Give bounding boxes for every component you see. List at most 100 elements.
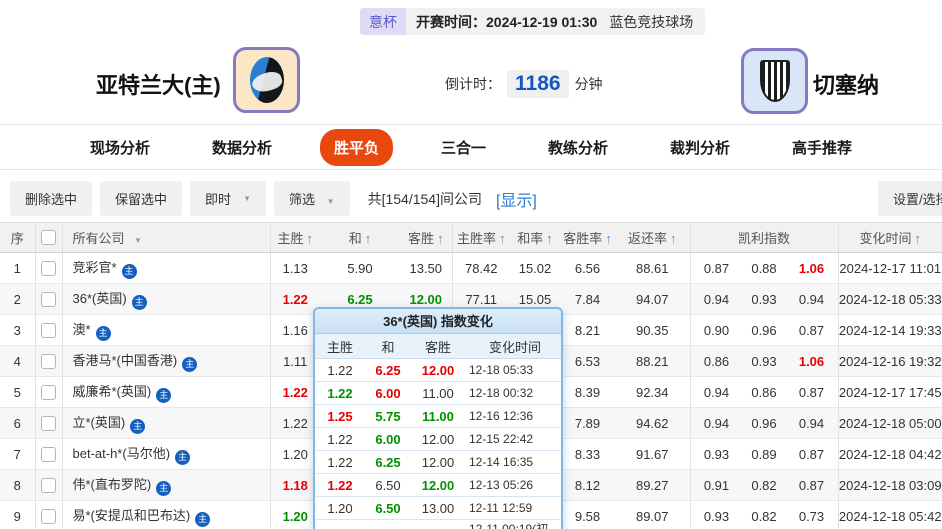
change-time-cell: 2024-12-17 11:01 (838, 253, 942, 284)
header-home-odds[interactable]: 主胜↑ (270, 223, 320, 253)
row-checkbox[interactable] (41, 323, 56, 338)
zhu-badge-icon: 主 (96, 326, 111, 341)
chevron-down-icon: ▼ (243, 194, 251, 203)
popup-odds-value: 12.00 (411, 363, 465, 378)
nav-tab[interactable]: 裁判分析 (656, 129, 744, 166)
kelly-value: 0.88 (744, 261, 784, 276)
away-team-name: 切塞纳 (813, 68, 879, 100)
popup-rows: 1.226.2512.0012-18 05:331.226.0011.0012-… (315, 359, 561, 529)
company-name[interactable]: 易*(安提瓜和巴布达) (73, 508, 191, 523)
header-change-time[interactable]: 变化时间↑ (838, 223, 942, 253)
popup-change-time: 12-15 22:42 (465, 432, 561, 446)
company-cell: 36*(英国)主 (62, 284, 270, 315)
popup-odds-value: 6.50 (365, 478, 411, 493)
kelly-value: 0.82 (744, 478, 784, 493)
header-away-odds[interactable]: 客胜↑ (400, 223, 452, 253)
filter-dropdown[interactable]: 筛选 ▼ (274, 181, 350, 216)
company-name[interactable]: 威廉希*(英国) (73, 384, 152, 399)
popup-odds-value: 6.00 (365, 386, 411, 401)
keep-selected-button[interactable]: 保留选中 (100, 181, 182, 216)
kelly-value: 0.90 (697, 323, 737, 338)
chevron-down-icon: ▼ (327, 197, 335, 206)
filter-label: 筛选 (289, 192, 315, 207)
settings-select-button[interactable]: 设置/选择 (878, 181, 942, 216)
popup-odds-value: 11.00 (411, 386, 465, 401)
kickoff-time: 2024-12-19 01:30 (486, 14, 597, 30)
kelly-value: 0.87 (792, 478, 832, 493)
row-checkbox[interactable] (41, 416, 56, 431)
nav-tab[interactable]: 胜平负 (320, 129, 393, 166)
row-checkbox[interactable] (41, 385, 56, 400)
away-rate-cell: 8.33 (560, 439, 615, 470)
kelly-value: 0.93 (744, 354, 784, 369)
popup-history-row: 1.255.7511.0012-16 12:36 (315, 405, 561, 428)
kelly-cell: 0.930.890.87 (690, 439, 838, 470)
row-seq: 6 (0, 408, 35, 439)
row-checkbox[interactable] (41, 509, 56, 524)
sort-up-icon: ↑ (670, 231, 677, 246)
nav-tab[interactable]: 数据分析 (198, 129, 286, 166)
row-checkbox[interactable] (41, 354, 56, 369)
header-away-rate[interactable]: 客胜率↑ (560, 223, 615, 253)
row-checkbox[interactable] (41, 292, 56, 307)
time-mode-select[interactable]: 即时 ▼ (190, 181, 266, 216)
zhu-badge-icon: 主 (122, 264, 137, 279)
company-cell: 伟*(直布罗陀)主 (62, 470, 270, 501)
popup-header-row: 主胜 和 客胜 变化时间 (315, 334, 561, 359)
nav-tab[interactable]: 教练分析 (534, 129, 622, 166)
nav-tab[interactable]: 三合一 (427, 129, 500, 166)
time-mode-value: 即时 (205, 189, 231, 208)
zhu-badge-icon: 主 (175, 450, 190, 465)
row-checkbox[interactable] (41, 261, 56, 276)
row-seq: 9 (0, 501, 35, 529)
away-rate-cell: 6.56 (560, 253, 615, 284)
away-team-logo (741, 48, 808, 114)
popup-odds-value: 1.22 (315, 455, 365, 470)
zhu-badge-icon: 主 (130, 419, 145, 434)
popup-odds-value: 1.22 (315, 386, 365, 401)
countdown-value: 1186 (507, 70, 569, 98)
nav-tab[interactable]: 高手推荐 (778, 129, 866, 166)
league-badge: 意杯 (360, 8, 406, 35)
away-odds-cell: 13.50 (400, 253, 452, 284)
popup-odds-value: 6.50 (365, 501, 411, 516)
select-all-checkbox[interactable] (41, 230, 56, 245)
kelly-value: 0.96 (744, 416, 784, 431)
header-draw-odds[interactable]: 和↑ (320, 223, 400, 253)
popup-history-row: 1.207.0013.0012-11 00:19(初始) (315, 520, 561, 529)
return-rate-cell: 88.61 (615, 253, 690, 284)
header-home-rate[interactable]: 主胜率↑ (452, 223, 510, 253)
zhu-badge-icon: 主 (156, 388, 171, 403)
popup-title: 36*(英国) 指数变化 (315, 309, 561, 334)
kelly-value: 0.82 (744, 509, 784, 524)
company-name[interactable]: 伟*(直布罗陀) (73, 477, 152, 492)
company-name[interactable]: 竞彩官* (73, 260, 117, 275)
show-link[interactable]: [显示] (496, 187, 537, 211)
company-name[interactable]: 立*(英国) (73, 415, 126, 430)
popup-col-away: 客胜 (411, 337, 465, 356)
header-draw-rate[interactable]: 和率↑ (510, 223, 560, 253)
chevron-down-icon: ▼ (134, 236, 142, 245)
popup-history-row: 1.226.2512.0012-14 16:35 (315, 451, 561, 474)
header-company[interactable]: 所有公司 ▼ (62, 223, 270, 253)
sort-up-icon: ↑ (307, 231, 314, 246)
delete-selected-button[interactable]: 删除选中 (10, 181, 92, 216)
row-checkbox[interactable] (41, 447, 56, 462)
countdown-label: 倒计时： (445, 74, 501, 94)
company-name[interactable]: 36*(英国) (73, 291, 127, 306)
company-name[interactable]: 香港马*(中国香港) (73, 353, 178, 368)
kelly-cell: 0.91 0.82 0.87 (690, 470, 838, 501)
company-name[interactable]: 澳* (73, 322, 91, 337)
header-return-rate[interactable]: 返还率↑ (615, 223, 690, 253)
row-checkbox[interactable] (41, 478, 56, 493)
company-name[interactable]: bet-at-h*(马尔他) (73, 446, 171, 461)
popup-odds-value: 12.00 (411, 432, 465, 447)
table-row: 1竞彩官*主1.135.9013.5078.4215.026.5688.610.… (0, 253, 942, 284)
kelly-value: 0.94 (697, 292, 737, 307)
kelly-value: 0.91 (697, 478, 737, 493)
return-rate-cell: 90.35 (615, 315, 690, 346)
odds-history-popup: 36*(英国) 指数变化 主胜 和 客胜 变化时间 1.226.2512.001… (313, 307, 563, 529)
nav-tab[interactable]: 现场分析 (76, 129, 164, 166)
kelly-cell: 0.930.820.73 (690, 501, 838, 529)
home-rate-cell: 78.42 (452, 253, 510, 284)
